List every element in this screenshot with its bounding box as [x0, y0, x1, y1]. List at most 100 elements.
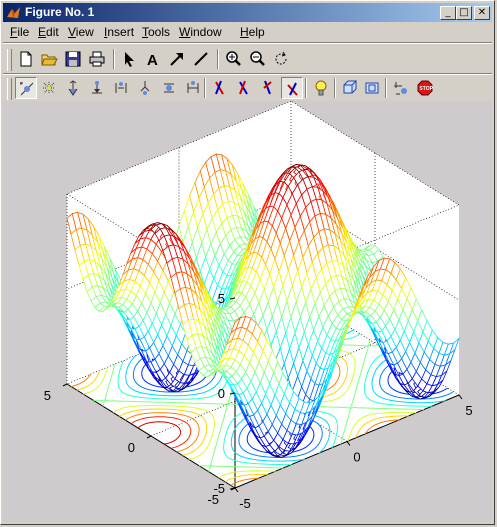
camera-move-icon [187, 81, 199, 93]
minimize-button[interactable]: _ [440, 6, 456, 20]
insert-arrow-icon [170, 53, 183, 66]
save-icon [65, 51, 81, 67]
z-tick-label: 5 [218, 291, 225, 306]
print-button[interactable] [86, 48, 108, 70]
menu-file[interactable]: File [10, 25, 29, 39]
principal-axis-z-button[interactable] [257, 77, 279, 99]
open-folder-button[interactable] [38, 48, 60, 70]
y-tick-label: -5 [207, 492, 219, 507]
menu-label-rest: iew [75, 25, 94, 39]
toolbar-separator [385, 78, 387, 98]
camera-pitch-button[interactable] [62, 77, 84, 99]
toolbar-grip[interactable] [7, 49, 12, 71]
camera-walk-button[interactable] [110, 77, 132, 99]
menu-accelerator: V [68, 25, 76, 39]
camera-walk-icon [115, 82, 127, 93]
menu-label-rest: elp [248, 25, 265, 39]
y-tick [62, 383, 68, 387]
window-title: Figure No. 1 [25, 5, 95, 19]
toolbar-separator [305, 78, 307, 98]
new-file-icon [20, 51, 32, 67]
select-arrow-button[interactable] [118, 48, 140, 70]
menu-label-rest: indow [190, 25, 222, 39]
insert-text-button[interactable]: A [142, 48, 164, 70]
principal-axis-y-icon [239, 80, 248, 95]
light-bulb-icon [315, 80, 327, 96]
figure-toolbar: A [3, 45, 492, 73]
toolbar-separator [334, 78, 336, 98]
camera-orbit-light-icon [43, 82, 55, 94]
camera-dolly-icon [92, 81, 102, 94]
menu-edit[interactable]: Edit [38, 25, 59, 39]
menu-view[interactable]: View [68, 25, 94, 39]
y-tick-label: 5 [44, 388, 51, 403]
menu-insert[interactable]: Insert [104, 25, 134, 39]
projection-perspective-button[interactable] [361, 77, 383, 99]
camera-pitch-icon [68, 80, 78, 96]
zoom-out-button[interactable] [246, 48, 268, 70]
camera-dolly-button[interactable] [86, 77, 108, 99]
menu-tools[interactable]: Tools [142, 25, 170, 39]
menu-label-rest: nsert [107, 25, 135, 39]
menu-separator [3, 42, 492, 44]
zoom-out-icon [250, 51, 265, 66]
camera-zoom-button[interactable] [134, 77, 156, 99]
camera-orbit-light-button[interactable] [38, 77, 60, 99]
x-tick-label: 0 [353, 450, 360, 465]
x-tick [346, 441, 351, 446]
title-bar[interactable]: Figure No. 1 _ □ ✕ [3, 3, 492, 22]
zoom-in-icon [226, 51, 241, 66]
x-tick-label: 5 [465, 403, 472, 418]
insert-line-icon [194, 52, 208, 66]
menu-bar: File Edit View Insert Tools Window Help [3, 23, 492, 41]
light-bulb-button[interactable] [310, 77, 332, 99]
projection-perspective-icon [365, 82, 379, 94]
menu-window[interactable]: Window [179, 25, 222, 39]
x-tick [234, 487, 239, 493]
principal-axis-none-button[interactable] [281, 77, 303, 99]
surface-plot[interactable]: -505-505-505 [3, 100, 492, 522]
principal-axis-z-icon [263, 80, 272, 95]
camera-roll-button[interactable] [158, 77, 180, 99]
insert-line-button[interactable] [190, 48, 212, 70]
camera-orbit-icon [20, 82, 34, 96]
reset-camera-button[interactable] [390, 77, 412, 99]
zoom-in-button[interactable] [222, 48, 244, 70]
menu-label-rest: ools [148, 25, 171, 39]
maximize-button[interactable]: □ [456, 6, 472, 20]
rotate-3d-icon [275, 51, 287, 65]
camera-toolbar: STOP [3, 74, 492, 102]
print-icon [89, 51, 105, 67]
matlab-logo-icon [7, 7, 20, 18]
figure-window: Figure No. 1 _ □ ✕ File Edit View Insert Too… [0, 0, 495, 525]
toolbar-grip[interactable] [7, 78, 12, 100]
new-file-button[interactable] [15, 48, 37, 70]
insert-arrow-button[interactable] [166, 48, 188, 70]
camera-move-button[interactable] [182, 77, 204, 99]
svg-text:A: A [147, 52, 158, 68]
close-icon: ✕ [477, 7, 487, 18]
camera-roll-icon [164, 83, 174, 93]
camera-orbit-button[interactable] [15, 77, 37, 99]
stop-button[interactable]: STOP [414, 77, 436, 99]
menu-accelerator: H [240, 25, 249, 39]
principal-axis-x-button[interactable] [209, 77, 231, 99]
figure-canvas[interactable]: -5 0 5 -5 0 5 -5 0 5 [3, 100, 492, 522]
close-button[interactable]: ✕ [474, 6, 490, 20]
projection-orthographic-button[interactable] [339, 77, 361, 99]
principal-axis-y-button[interactable] [233, 77, 255, 99]
insert-text-icon: A [147, 52, 158, 68]
save-button[interactable] [62, 48, 84, 70]
open-folder-icon [41, 54, 58, 66]
menu-accelerator: W [179, 25, 191, 39]
select-arrow-icon [125, 52, 134, 67]
x-tick-label: -5 [239, 496, 251, 511]
toolbar-separator [204, 78, 206, 98]
y-tick-label: 0 [128, 440, 135, 455]
menu-help[interactable]: Help [240, 25, 265, 39]
toolbar-separator [113, 49, 115, 69]
maximize-icon: □ [459, 7, 469, 18]
minimize-icon: _ [445, 7, 451, 18]
y-tick [146, 435, 152, 439]
rotate-3d-button[interactable] [270, 48, 292, 70]
